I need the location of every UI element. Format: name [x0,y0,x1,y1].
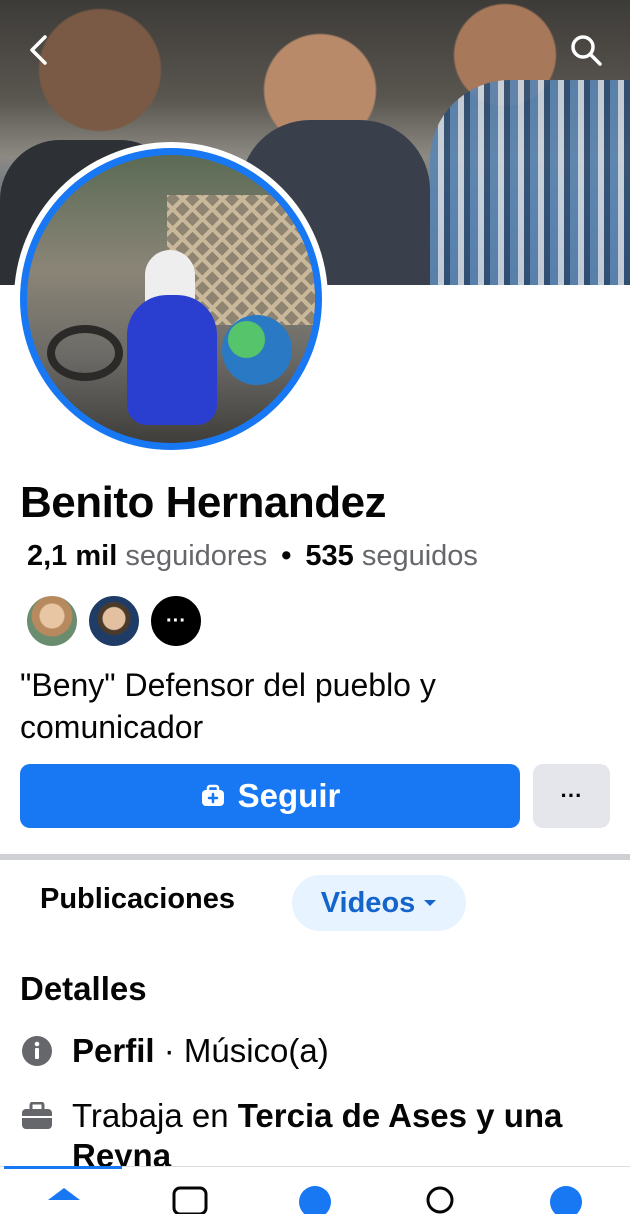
tab-videos[interactable]: Videos [292,875,466,931]
following-link[interactable]: 535 seguidos [305,540,478,572]
more-options-label: ··· [560,783,583,808]
profile-bio: "Beny" Defensor del pueblo y comunicador [20,667,436,745]
profile-name: Benito Hernandez [20,478,387,527]
profile-icon[interactable] [544,1184,588,1214]
separator-dot: • [281,540,292,572]
tab-videos-label: Videos [320,886,416,919]
photo-globe [222,315,292,385]
follow-stats: 2,1 mil seguidores • 535 seguidos [27,540,478,573]
search-button[interactable] [564,28,608,72]
detail-profile-text: Perfil · Músico(a) [72,1032,329,1070]
profile-type-label: Perfil [72,1032,155,1069]
follow-button[interactable]: Seguir [20,764,520,828]
detail-profile-row: Perfil · Músico(a) [20,1032,329,1070]
active-tab-indicator [4,1166,122,1169]
followers-link[interactable]: 2,1 mil seguidores [27,540,267,572]
info-icon [20,1034,54,1068]
follow-icon [201,784,224,806]
friend-avatar[interactable] [87,594,141,648]
detail-work-text: Trabaja en Tercia de Ases y una Reyna [72,1096,620,1176]
details-heading: Detalles [20,970,147,1007]
work-prefix: Trabaja en [72,1097,238,1134]
photo-motorcycle [127,295,217,425]
more-friends-button[interactable]: ··· [149,594,203,648]
back-button[interactable] [16,28,60,72]
following-label: seguidos [361,540,478,572]
tab-publicaciones[interactable]: Publicaciones [40,883,235,916]
profile-picture[interactable] [14,142,328,456]
photo-tires [47,325,123,381]
profile-category: · Músico(a) [154,1032,329,1069]
briefcase-icon [20,1099,54,1133]
more-options-button[interactable]: ··· [533,764,610,828]
cover-person-3 [430,80,630,285]
followers-label: seguidores [125,540,268,572]
detail-work-row: Trabaja en Tercia de Ases y una Reyna [20,1096,620,1176]
mutual-friends[interactable]: ··· [25,594,203,648]
follow-label: Seguir [237,777,341,814]
more-friends-label: ··· [166,609,186,632]
marketplace-icon[interactable] [418,1184,462,1214]
friends-icon[interactable] [293,1184,337,1214]
story-ring [20,148,322,450]
search-icon [571,35,602,66]
followers-count: 2,1 mil [27,540,118,572]
profile-photo [27,155,315,443]
friend-avatar[interactable] [25,594,79,648]
section-divider [0,854,630,860]
video-icon[interactable] [168,1184,212,1214]
home-icon[interactable] [42,1184,86,1214]
chevron-down-icon [424,900,437,906]
following-count: 535 [305,540,354,572]
back-icon [30,35,47,65]
